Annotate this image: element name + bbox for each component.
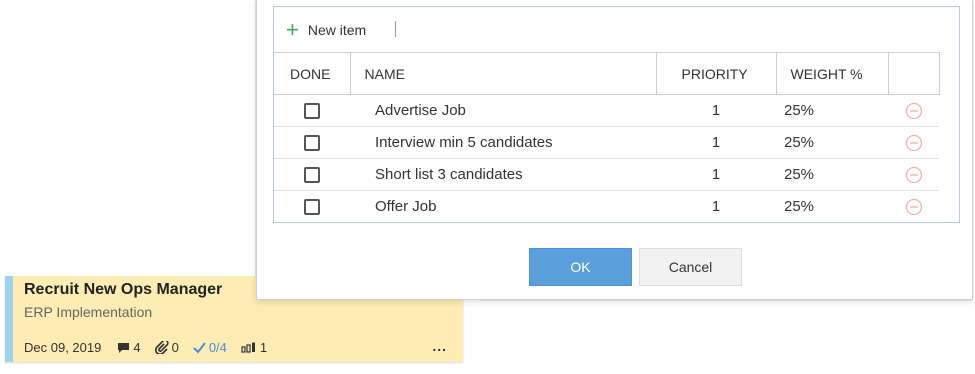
new-item-label: New item [307, 22, 367, 38]
toolbar-separator [395, 21, 396, 37]
rank-value: 1 [259, 340, 268, 355]
done-checkbox[interactable] [304, 135, 320, 152]
comments-value: 4 [133, 340, 141, 355]
remove-icon[interactable] [905, 166, 923, 184]
task-meta: Dec 09, 2019 4 0 0/4 1 [24, 340, 281, 355]
item-name[interactable]: Advertise Job [350, 94, 656, 127]
table-row: Interview min 5 candidates 1 25% [274, 126, 939, 159]
item-name[interactable]: Interview min 5 candidates [350, 126, 656, 159]
check-icon [193, 341, 206, 354]
item-priority[interactable]: 1 [656, 94, 776, 127]
done-checkbox[interactable] [304, 103, 320, 120]
table-header-row: DONE NAME PRIORITY WEIGHT % [274, 52, 940, 95]
new-item-button[interactable]: + New item [286, 19, 366, 41]
comment-icon [118, 342, 130, 353]
comments-count[interactable]: 4 [117, 340, 141, 355]
item-priority[interactable]: 1 [656, 191, 776, 223]
table-row: Short list 3 candidates 1 25% [274, 158, 939, 191]
ok-button[interactable]: OK [529, 248, 632, 286]
column-header-done[interactable]: DONE [274, 52, 351, 95]
checklist-value: 0/4 [208, 340, 227, 355]
item-weight[interactable]: 25% [776, 94, 888, 127]
remove-icon[interactable] [905, 102, 923, 120]
bar-chart-icon [241, 342, 255, 353]
item-priority[interactable]: 1 [656, 158, 776, 191]
item-weight[interactable]: 25% [776, 158, 888, 191]
checklist-dialog: + New item DONE NAME PRIORITY WEIGHT % A… [256, 0, 973, 300]
plus-icon: + [286, 17, 299, 42]
checklist-toolbar: + New item [274, 7, 959, 51]
done-checkbox[interactable] [304, 199, 320, 216]
remove-icon[interactable] [905, 134, 923, 152]
item-priority[interactable]: 1 [656, 126, 776, 159]
board-divider [480, 300, 973, 301]
checklist-table: DONE NAME PRIORITY WEIGHT % Advertise Jo… [274, 52, 940, 223]
remove-icon[interactable] [905, 198, 923, 216]
column-header-actions [888, 52, 940, 95]
attachments-count[interactable]: 0 [154, 340, 179, 355]
item-weight[interactable]: 25% [776, 191, 888, 223]
item-name[interactable]: Offer Job [350, 191, 656, 223]
checklist-count[interactable]: 0/4 [193, 340, 227, 355]
table-row: Advertise Job 1 25% [274, 94, 939, 127]
attachments-value: 0 [171, 340, 179, 355]
item-name[interactable]: Short list 3 candidates [350, 158, 656, 191]
task-date: Dec 09, 2019 [24, 340, 102, 355]
column-header-name[interactable]: NAME [350, 52, 657, 95]
task-project: ERP Implementation [24, 304, 153, 320]
done-checkbox[interactable] [304, 167, 320, 184]
task-title: Recruit New Ops Manager [24, 281, 223, 298]
column-header-priority[interactable]: PRIORITY [656, 52, 777, 95]
more-options-button[interactable]: ... [432, 338, 447, 354]
table-row: Offer Job 1 25% [274, 191, 939, 223]
checklist-panel: + New item DONE NAME PRIORITY WEIGHT % A… [273, 6, 960, 223]
paperclip-icon [154, 341, 169, 354]
item-weight[interactable]: 25% [776, 126, 888, 159]
rank-indicator: 1 [241, 340, 267, 355]
cancel-button[interactable]: Cancel [639, 248, 742, 286]
column-header-weight[interactable]: WEIGHT % [776, 52, 889, 95]
